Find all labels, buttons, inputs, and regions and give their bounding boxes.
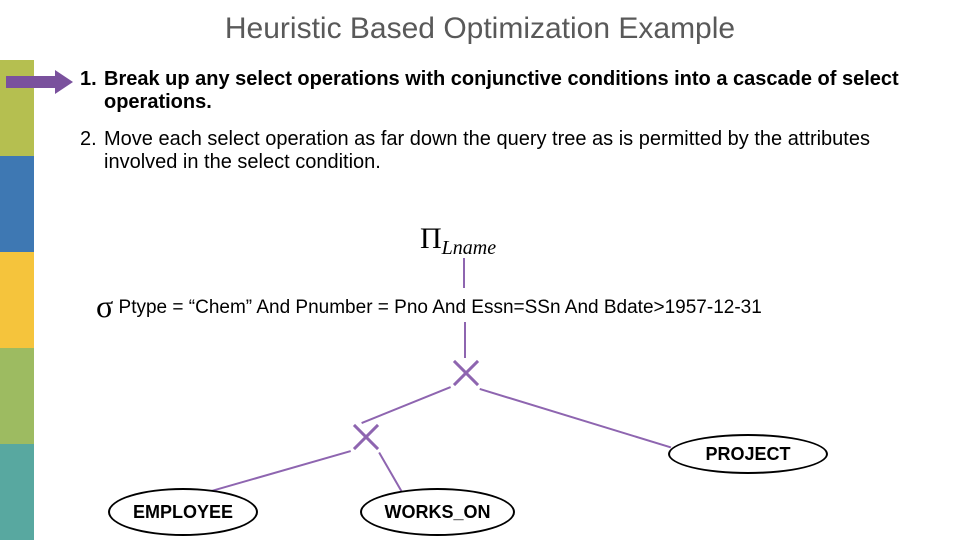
tree-edge [463, 258, 465, 288]
selection-predicate: Ptype = “Chem” And Pnumber = Pno And Ess… [119, 297, 762, 318]
pi-symbol: Π [420, 222, 442, 255]
relation-employee: EMPLOYEE [108, 488, 258, 536]
sigma-symbol: σ [96, 288, 113, 324]
tree-edge [361, 386, 451, 424]
relation-project: PROJECT [668, 434, 828, 474]
relation-works-on: WORKS_ON [360, 488, 515, 536]
cartesian-product-icon [349, 420, 383, 454]
projection-node: ΠLname [420, 222, 496, 260]
tree-edge [479, 388, 671, 448]
selection-node: σ Ptype = “Chem” And Pnumber = Pno And E… [96, 288, 762, 325]
tree-edge [464, 322, 466, 358]
cartesian-product-icon [449, 356, 483, 390]
projection-attr: Lname [442, 237, 496, 259]
query-tree: ΠLname σ Ptype = “Chem” And Pnumber = Pn… [0, 0, 960, 540]
